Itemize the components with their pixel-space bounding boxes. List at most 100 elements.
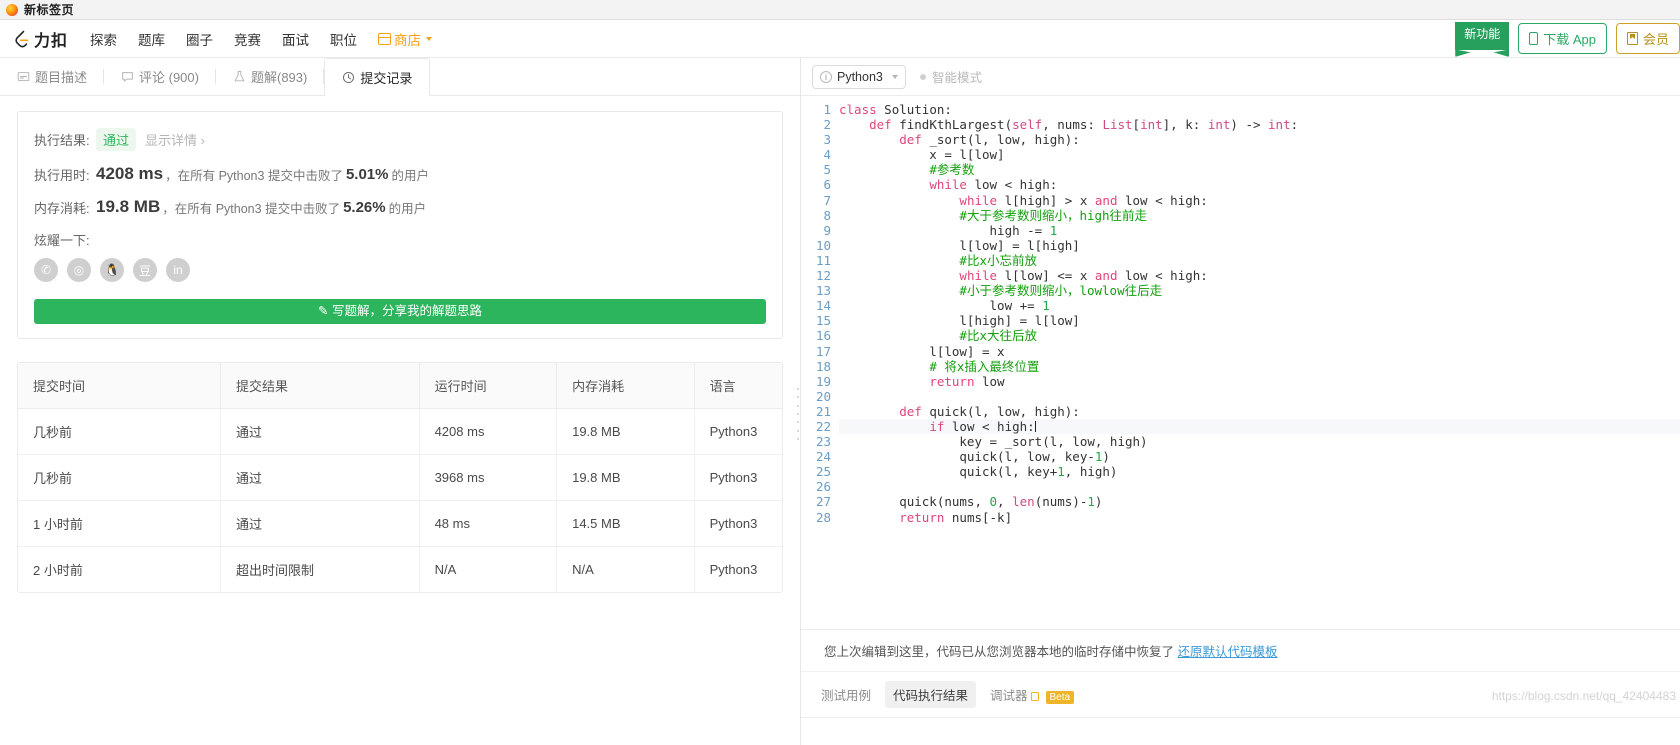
cell-runtime: 3968 ms xyxy=(419,454,558,501)
cell-time: 2 小时前 xyxy=(18,546,221,592)
runtime-label: 执行用时: xyxy=(34,167,90,183)
memory-note-pre: ，在所有 Python3 提交中击败了 xyxy=(162,201,341,216)
cell-memory: 19.8 MB xyxy=(556,454,695,501)
membership-label: 会员 xyxy=(1642,32,1669,47)
description-icon xyxy=(17,71,30,82)
column-header-language: 语言 xyxy=(694,363,782,409)
cell-status[interactable]: 通过 xyxy=(220,500,420,547)
nav-item-store-label: 商店 xyxy=(394,32,422,48)
lock-icon xyxy=(1031,692,1040,701)
header-actions: 新功能 下载 App 会员 xyxy=(1455,20,1680,57)
membership-button[interactable]: 会员 xyxy=(1615,23,1680,54)
code-editor[interactable]: 1 2 3 4 5 6 7 8 9 10 11 12 13 14 15 16 17 18 19 20 21 22 23 24 2… xyxy=(801,96,1680,629)
code-content[interactable]: class Solution: def findKthLargest(self,… xyxy=(839,102,1680,629)
cell-memory: 14.5 MB xyxy=(556,500,695,547)
nav-item-store[interactable]: 商店 xyxy=(378,29,433,49)
toggle-dot-icon xyxy=(920,73,926,80)
column-header-result: 提交结果 xyxy=(220,363,420,409)
cell-time: 几秒前 xyxy=(18,408,221,455)
browser-tab-bar: 新标签页 xyxy=(0,0,1680,20)
memory-label: 内存消耗: xyxy=(34,200,90,216)
show-detail-link[interactable]: 显示详情 › xyxy=(145,130,205,149)
result-label: 执行结果: xyxy=(34,133,90,148)
language-select-value: Python3 xyxy=(837,69,883,84)
watermark-text: https://blog.csdn.net/qq_42404483 xyxy=(1491,689,1676,703)
runtime-row: 执行用时: 4208 ms ，在所有 Python3 提交中击败了 5.01% … xyxy=(34,164,766,184)
tab-execution-result[interactable]: 代码执行结果 xyxy=(885,681,977,708)
douban-share-icon[interactable]: 豆 xyxy=(133,258,157,282)
runtime-percentile: 5.01% xyxy=(345,165,389,183)
nav-item-contest[interactable]: 竞赛 xyxy=(234,29,261,49)
cell-runtime: 48 ms xyxy=(419,500,558,547)
runtime-note-post: 的用户 xyxy=(391,168,430,183)
nav-item-explore[interactable]: 探索 xyxy=(90,29,117,49)
language-select[interactable]: i Python3 xyxy=(812,64,906,89)
cell-language: Python3 xyxy=(709,562,758,577)
download-app-label: 下载 App xyxy=(1543,32,1596,47)
cell-status[interactable]: 超出时间限制 xyxy=(220,546,420,592)
cell-status[interactable]: 通过 xyxy=(220,454,420,501)
weibo-share-icon[interactable]: ◎ xyxy=(67,258,91,282)
memory-percentile: 5.26% xyxy=(343,198,386,216)
column-header-memory: 内存消耗 xyxy=(556,363,695,409)
console-output-area xyxy=(801,717,1680,745)
chevron-down-icon xyxy=(892,74,898,79)
tab-submissions-label: 提交记录 xyxy=(360,70,413,86)
smart-mode-toggle[interactable]: 智能模式 xyxy=(920,67,982,86)
leetcode-logo-icon xyxy=(12,29,31,48)
nav-item-circle[interactable]: 圈子 xyxy=(186,29,213,49)
shop-icon xyxy=(378,32,392,45)
table-row[interactable]: 2 小时前 超出时间限制 N/A N/A Python3 xyxy=(18,546,782,592)
runtime-value: 4208 ms xyxy=(96,164,164,183)
linkedin-share-icon[interactable]: in xyxy=(166,258,190,282)
clock-icon xyxy=(343,71,355,83)
chevron-down-icon xyxy=(426,36,433,41)
table-header-row: 提交时间 提交结果 运行时间 内存消耗 语言 xyxy=(18,363,782,409)
smart-mode-label: 智能模式 xyxy=(932,71,983,85)
site-header: 力扣 探索 题库 圈子 竞赛 面试 职位 商店 新功能 下载 App 会员 xyxy=(0,20,1680,58)
info-icon: i xyxy=(820,70,832,83)
browser-tab-title[interactable]: 新标签页 xyxy=(24,1,74,18)
tab-solutions-label: 题解(893) xyxy=(250,70,308,85)
tab-testcase[interactable]: 测试用例 xyxy=(813,681,879,708)
problem-tabs: 题目描述 评论 (900) 题解(893) 提交记录 xyxy=(0,58,800,96)
cell-memory: 19.8 MB xyxy=(556,408,695,455)
write-solution-button[interactable]: ✎ 写题解，分享我的解题思路 xyxy=(34,299,766,324)
nav-item-jobs[interactable]: 职位 xyxy=(330,29,357,49)
brand-logo[interactable]: 力扣 xyxy=(12,27,68,51)
tab-solutions[interactable]: 题解(893) xyxy=(216,58,325,95)
firefox-icon xyxy=(6,3,18,16)
cell-memory: N/A xyxy=(556,546,695,592)
share-buttons: ✆ ◎ 🐧 豆 in xyxy=(34,258,766,282)
tab-description[interactable]: 题目描述 xyxy=(0,58,105,95)
submissions-table: 提交时间 提交结果 运行时间 内存消耗 语言 几秒前 通过 4208 ms 19… xyxy=(17,362,783,593)
qq-share-icon[interactable]: 🐧 xyxy=(100,258,124,282)
tab-debugger-label: 调试器 xyxy=(990,689,1028,703)
restore-default-template-link[interactable]: 还原默认代码模板 xyxy=(1178,645,1278,659)
restore-notice: 您上次编辑到这里，代码已从您浏览器本地的临时存储中恢复了 还原默认代码模板 xyxy=(801,629,1680,671)
main-nav: 探索 题库 圈子 竞赛 面试 职位 商店 xyxy=(90,29,433,49)
cell-status[interactable]: 通过 xyxy=(220,408,420,455)
tab-debugger[interactable]: 调试器 Beta xyxy=(982,681,1082,708)
line-number-gutter: 1 2 3 4 5 6 7 8 9 10 11 12 13 14 15 16 17 18 19 20 21 22 23 24 2… xyxy=(815,102,831,525)
vip-badge-icon xyxy=(1626,32,1638,45)
table-row[interactable]: 1 小时前 通过 48 ms 14.5 MB Python3 xyxy=(18,500,782,547)
wechat-share-icon[interactable]: ✆ xyxy=(34,258,58,282)
table-row[interactable]: 几秒前 通过 3968 ms 19.8 MB Python3 xyxy=(18,454,782,501)
tab-submissions[interactable]: 提交记录 xyxy=(324,58,431,96)
cell-runtime: 4208 ms xyxy=(419,408,558,455)
comment-icon xyxy=(122,72,133,82)
nav-item-interview[interactable]: 面试 xyxy=(282,29,309,49)
download-app-button[interactable]: 下载 App xyxy=(1518,23,1607,54)
cell-language: Python3 xyxy=(694,500,782,547)
runtime-note-pre: ，在所有 Python3 提交中击败了 xyxy=(165,168,343,183)
column-header-time: 提交时间 xyxy=(18,363,221,409)
pane-splitter-handle[interactable] xyxy=(796,388,800,440)
cell-runtime: N/A xyxy=(419,546,558,592)
table-row[interactable]: 几秒前 通过 4208 ms 19.8 MB Python3 xyxy=(18,408,782,455)
execution-result-card: 执行结果: 通过 显示详情 › 执行用时: 4208 ms ，在所有 Pytho… xyxy=(17,111,783,339)
cell-language: Python3 xyxy=(694,408,782,455)
tab-comments[interactable]: 评论 (900) xyxy=(104,58,216,95)
nav-item-problems[interactable]: 题库 xyxy=(138,29,165,49)
share-label: 炫耀一下: xyxy=(34,233,90,248)
